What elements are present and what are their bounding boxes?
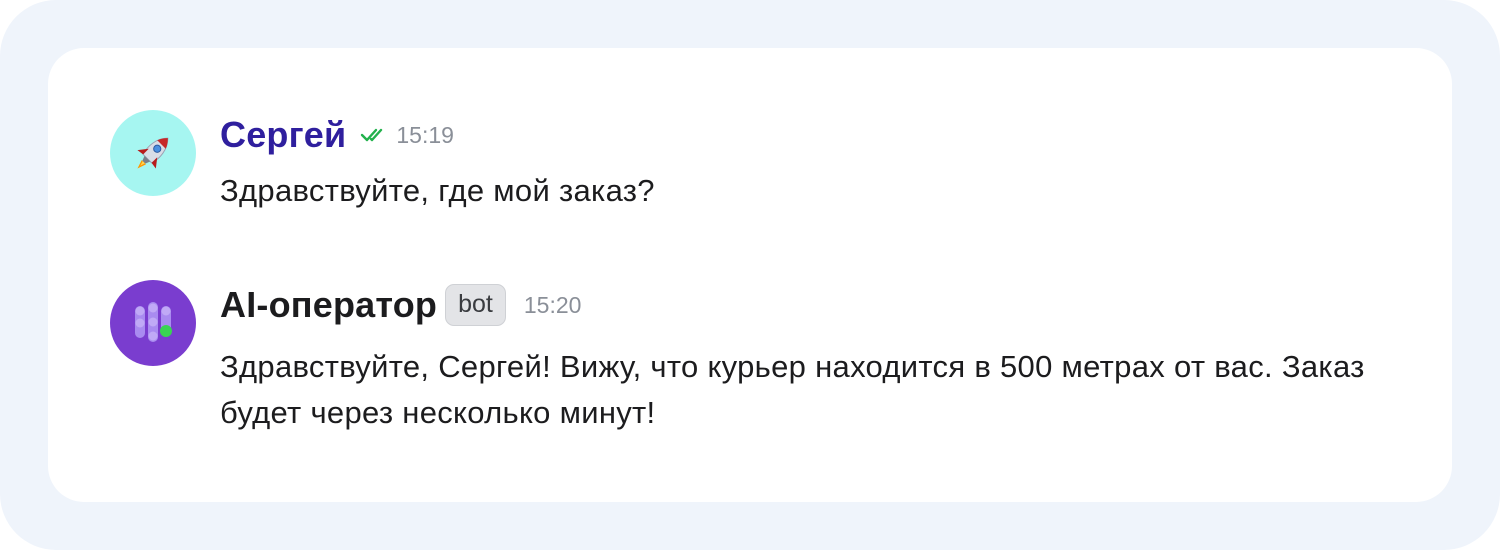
message-time: 15:19: [396, 121, 454, 148]
double-check-icon: [361, 128, 383, 142]
bot-avatar[interactable]: [110, 280, 196, 366]
user-avatar[interactable]: [110, 110, 196, 196]
message-user: Сергей 15:19 Здравствуйте, где мой заказ…: [110, 110, 655, 214]
message-text: Здравствуйте, Сергей! Вижу, что курьер н…: [220, 349, 1365, 430]
message-content: Сергей 15:19 Здравствуйте, где мой заказ…: [220, 110, 655, 214]
ai-operator-logo-icon: [135, 302, 172, 342]
author-name[interactable]: AI-оператор: [220, 284, 437, 326]
message-text: Здравствуйте, где мой заказ?: [220, 173, 655, 208]
author-name[interactable]: Сергей: [220, 114, 346, 156]
rocket-icon: [137, 137, 169, 169]
message-bot: AI-оператор bot 15:20 Здравствуйте, Серг…: [110, 280, 1370, 436]
message-header: AI-оператор bot 15:20: [220, 280, 1370, 330]
page-background: Сергей 15:19 Здравствуйте, где мой заказ…: [0, 0, 1500, 550]
message-content: AI-оператор bot 15:20 Здравствуйте, Серг…: [220, 280, 1370, 436]
bot-badge: bot: [445, 284, 506, 326]
message-header: Сергей 15:19: [220, 110, 655, 160]
chat-card: Сергей 15:19 Здравствуйте, где мой заказ…: [48, 48, 1452, 502]
message-time: 15:20: [523, 291, 582, 318]
